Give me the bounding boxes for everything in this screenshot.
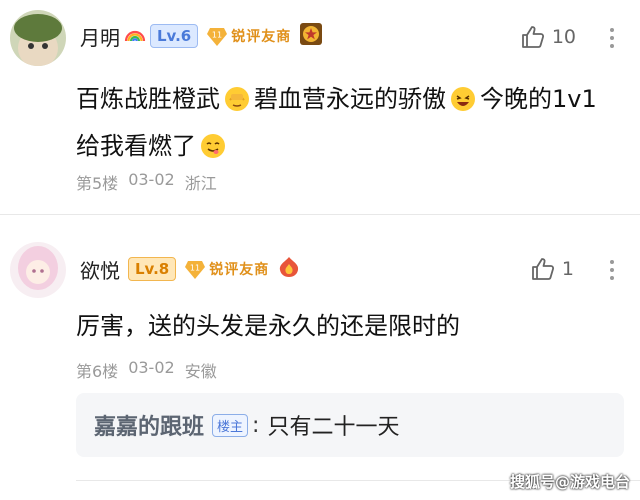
gold-medal-icon (299, 22, 323, 50)
comment-location: 浙江 (184, 174, 217, 193)
comment-meta: 第5楼 03-02 浙江 (76, 170, 217, 194)
svg-text:11: 11 (190, 264, 200, 273)
fan-badge[interactable]: 11 锐评友商 (184, 257, 269, 281)
comment-header: 欲悦 Lv.8 11 锐评友商 (80, 254, 301, 284)
like-button[interactable]: 1 (530, 256, 574, 282)
more-options-icon[interactable] (610, 28, 614, 52)
floor-number: 第6楼 (76, 362, 119, 381)
badge-label: 锐评友商 (209, 262, 270, 278)
reply-preview[interactable]: 嘉嘉的跟班 楼主 : 只有二十一天 (76, 393, 624, 457)
divider (0, 214, 640, 215)
yum-emoji-icon (200, 130, 226, 172)
comment-location: 安徽 (184, 362, 217, 381)
avatar[interactable] (10, 242, 66, 298)
avatar[interactable] (10, 10, 66, 66)
floor-number: 第5楼 (76, 174, 119, 193)
reply-separator: : (252, 412, 260, 438)
username[interactable]: 月明 (80, 22, 120, 51)
host-tag: 楼主 (212, 413, 249, 437)
rainbow-icon (124, 25, 146, 47)
reply-text: 只有二十一天 (267, 415, 400, 440)
username[interactable]: 欲悦 (80, 255, 120, 284)
watermark: 搜狐号@游戏电台 (509, 473, 630, 491)
comment-content: 厉害，送的头发是永久的还是限时的 (76, 312, 460, 340)
level-badge: Lv.8 (128, 257, 177, 281)
diamond-badge-icon: 11 (185, 261, 206, 279)
laughing-emoji-icon (450, 83, 476, 125)
like-count: 10 (551, 26, 576, 48)
level-badge: Lv.6 (150, 24, 199, 48)
thumbs-up-icon (521, 26, 544, 48)
more-options-icon[interactable] (610, 260, 614, 284)
like-count: 1 (561, 258, 574, 280)
thumbs-up-icon (532, 258, 554, 280)
comment-header: 月明 Lv.6 11 锐评友商 (80, 21, 323, 51)
comment-item: 月明 Lv.6 11 锐评友商 10 百炼战胜橙武 碧血营永远的骄傲 今晚的1v… (0, 0, 640, 215)
flame-icon (277, 256, 301, 282)
reply-username[interactable]: 嘉嘉的跟班 (94, 409, 204, 441)
facepalm-emoji-icon (224, 83, 250, 125)
diamond-badge-icon: 11 (207, 28, 228, 46)
fan-badge[interactable]: 11 锐评友商 (206, 24, 291, 48)
comment-date: 03-02 (128, 170, 175, 189)
svg-text:11: 11 (212, 31, 222, 40)
comment-date: 03-02 (128, 358, 175, 377)
comment-meta: 第6楼 03-02 安徽 (76, 358, 217, 382)
badge-label: 锐评友商 (231, 29, 292, 45)
comment-content: 百炼战胜橙武 碧血营永远的骄傲 今晚的1v1给我看燃了 (76, 78, 606, 172)
like-button[interactable]: 10 (520, 24, 576, 50)
